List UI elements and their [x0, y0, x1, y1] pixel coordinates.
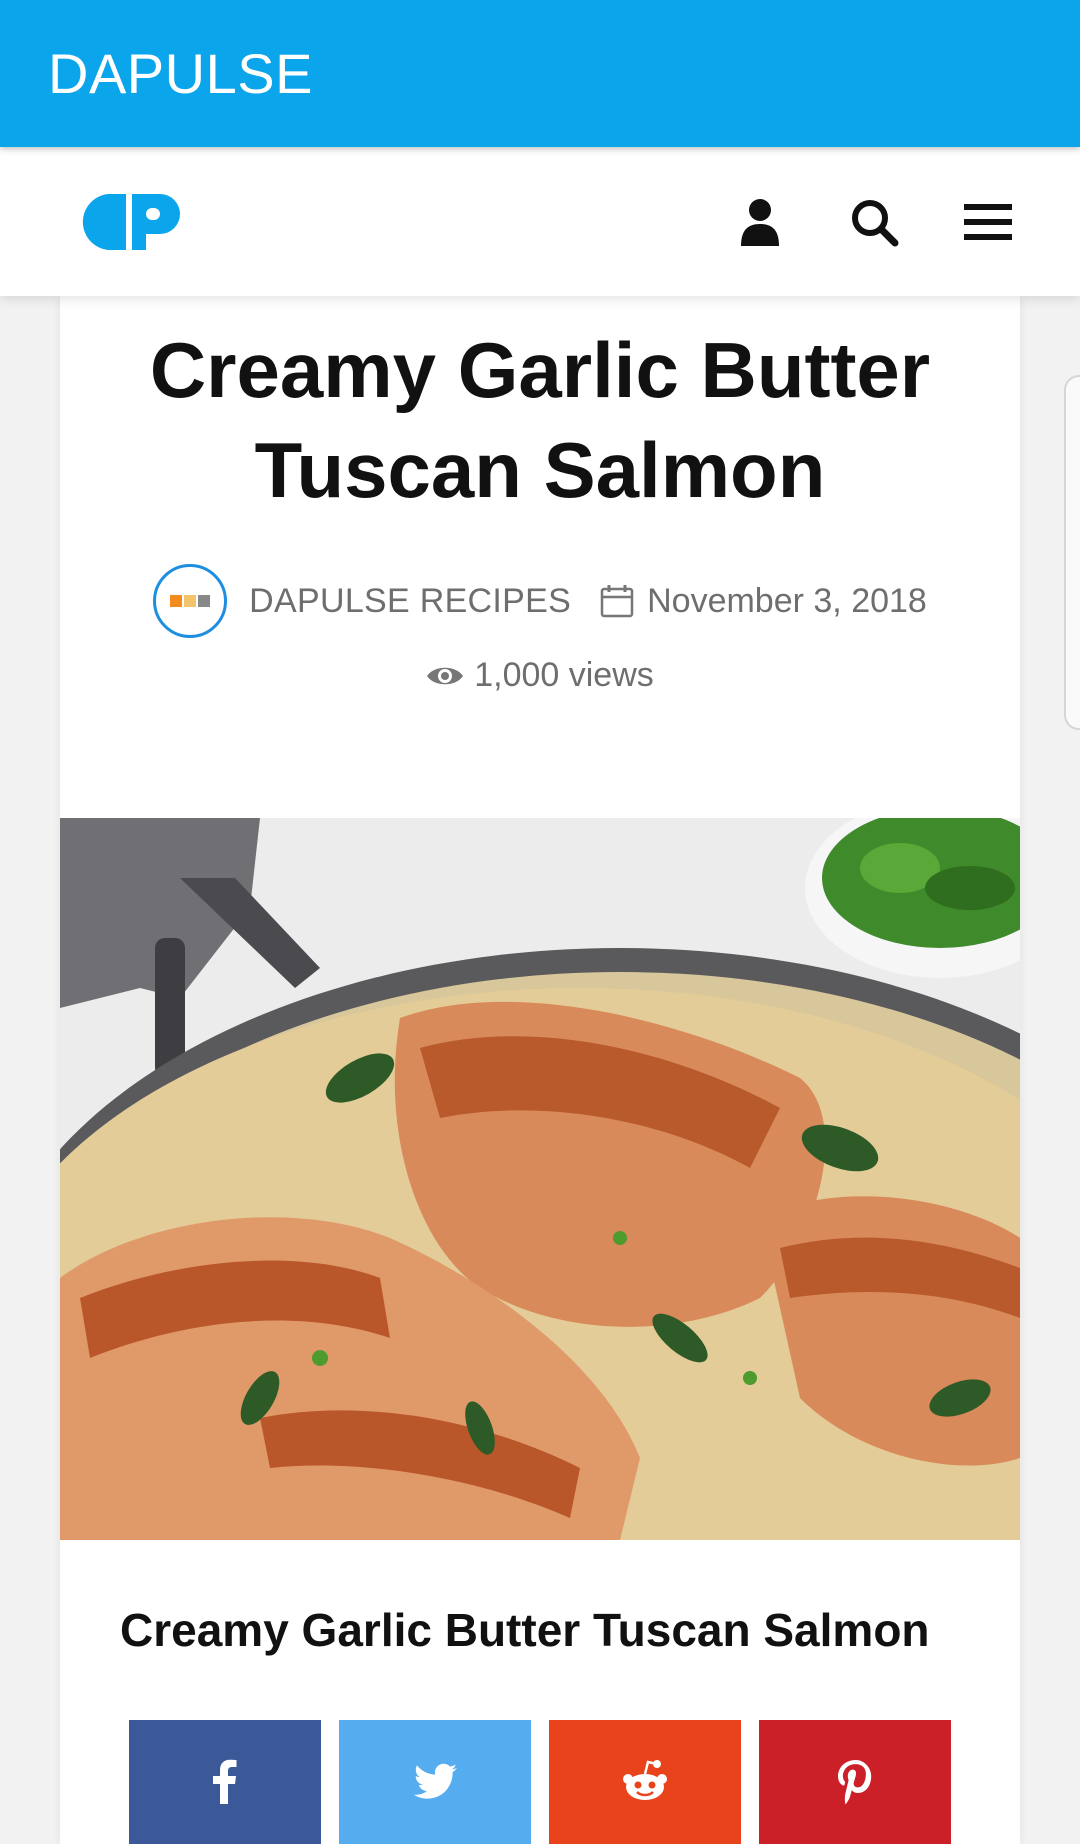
header-actions: [734, 196, 1014, 248]
view-count: 1,000 views: [474, 656, 654, 694]
pinterest-icon: [838, 1760, 872, 1805]
twitter-icon: [413, 1763, 457, 1799]
salmon-photo-illustration: [60, 818, 1020, 1540]
scroll-handle[interactable]: [1064, 375, 1080, 730]
facebook-icon: [213, 1759, 237, 1804]
article-card: Creamy Garlic Butter Tuscan Salmon DAPUL…: [60, 296, 1020, 1844]
avatar-logo-icon: [170, 595, 211, 607]
calendar-icon: [600, 585, 634, 618]
search-icon[interactable]: [848, 196, 900, 248]
menu-icon[interactable]: [962, 196, 1014, 248]
reddit-icon: [623, 1760, 667, 1800]
eye-icon: [427, 667, 464, 684]
share-buttons: [129, 1720, 951, 1844]
user-icon[interactable]: [734, 196, 786, 248]
views-row: 1,000 views: [60, 656, 1020, 695]
facebook-share-button[interactable]: [129, 1720, 321, 1844]
reddit-share-button[interactable]: [549, 1720, 741, 1844]
author-name[interactable]: DAPULSE RECIPES: [249, 582, 571, 621]
post-date: November 3, 2018: [647, 581, 927, 620]
app-bar: DAPULSE: [0, 0, 1080, 147]
article-subtitle: Creamy Garlic Butter Tuscan Salmon: [120, 1604, 930, 1656]
article-meta: DAPULSE RECIPES November 3, 2018: [60, 564, 1020, 638]
article-title: Creamy Garlic Butter Tuscan Salmon: [149, 326, 931, 514]
author-avatar[interactable]: [153, 564, 228, 638]
dapulse-logo-icon[interactable]: [80, 186, 188, 258]
site-header: [0, 147, 1080, 296]
salmon-photo[interactable]: [60, 818, 1020, 1540]
pinterest-share-button[interactable]: [759, 1720, 951, 1844]
twitter-share-button[interactable]: [339, 1720, 531, 1844]
app-title: DAPULSE: [48, 42, 313, 105]
